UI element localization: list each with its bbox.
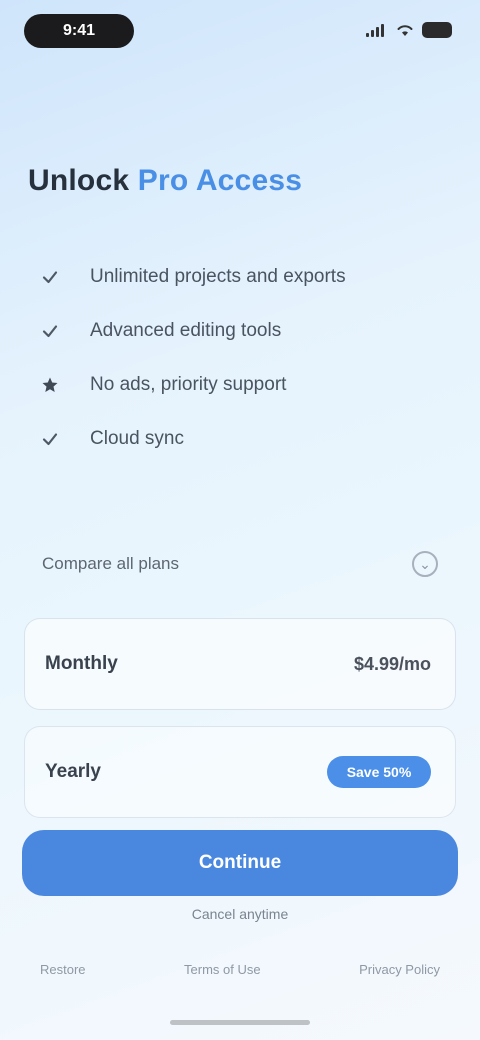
feature-list: Unlimited projects and exports Advanced … bbox=[40, 250, 440, 466]
home-indicator bbox=[170, 1020, 310, 1025]
compare-plans-label: Compare all plans bbox=[42, 554, 180, 573]
star-icon bbox=[40, 375, 60, 395]
feature-label: Advanced editing tools bbox=[90, 320, 282, 341]
page-title: Unlock Pro Access bbox=[28, 164, 302, 198]
feature-label: Unlimited projects and exports bbox=[90, 266, 346, 287]
wifi-icon bbox=[397, 25, 413, 36]
footer-links: Restore Terms of Use Privacy Policy bbox=[40, 962, 440, 977]
status-bar: 9:41 bbox=[0, 0, 480, 64]
compare-plans-row[interactable]: Compare all plans ⌄ bbox=[24, 532, 456, 596]
feature-item: Cloud sync bbox=[40, 412, 440, 466]
savings-badge: Save 50% bbox=[327, 756, 431, 788]
feature-item: Advanced editing tools bbox=[40, 304, 440, 358]
title-accent: Pro Access bbox=[137, 164, 303, 197]
plan-name: Yearly bbox=[45, 761, 101, 782]
privacy-link[interactable]: Privacy Policy bbox=[359, 962, 440, 977]
plan-option-monthly[interactable]: Monthly $4.99/mo bbox=[24, 618, 456, 710]
feature-label: No ads, priority support bbox=[90, 374, 287, 395]
check-icon bbox=[40, 321, 60, 341]
feature-label: Cloud sync bbox=[90, 428, 184, 449]
continue-button[interactable]: Continue bbox=[22, 830, 458, 896]
status-time: 9:41 bbox=[24, 14, 134, 48]
check-icon bbox=[40, 429, 60, 449]
check-icon bbox=[40, 267, 60, 287]
title-primary: Unlock bbox=[28, 164, 130, 197]
plan-price: $4.99/mo bbox=[353, 653, 431, 674]
plan-name: Monthly bbox=[45, 653, 118, 674]
cancel-note: Cancel anytime bbox=[191, 906, 289, 922]
plan-option-yearly[interactable]: Yearly Save 50% bbox=[24, 726, 456, 818]
chevron-down-icon[interactable]: ⌄ bbox=[412, 551, 438, 577]
feature-item: Unlimited projects and exports bbox=[40, 250, 440, 304]
battery-icon bbox=[422, 22, 452, 38]
status-icons bbox=[366, 22, 452, 38]
signal-icon bbox=[366, 23, 388, 37]
terms-link[interactable]: Terms of Use bbox=[184, 962, 261, 977]
restore-link[interactable]: Restore bbox=[40, 962, 86, 977]
feature-item: No ads, priority support bbox=[40, 358, 440, 412]
